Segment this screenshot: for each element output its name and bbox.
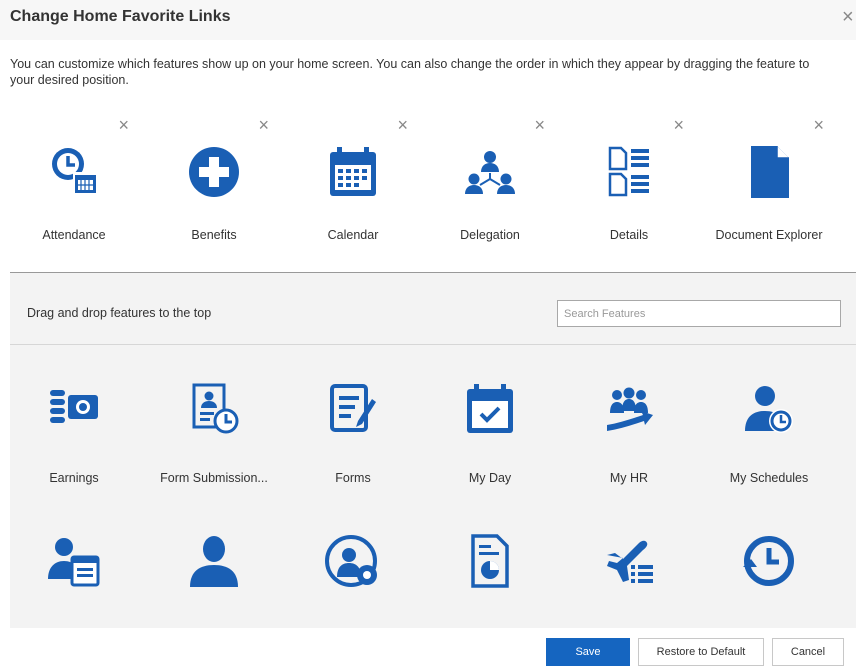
favorites-row: × Attendance × Benefits × Calendar × Del… [0, 116, 856, 266]
document-icon [751, 146, 789, 198]
earnings-icon [50, 390, 98, 423]
favorite-item-benefits[interactable]: × Benefits [145, 116, 283, 256]
dialog-footer: Save Restore to Default Cancel [0, 628, 856, 667]
feature-item-time-history[interactable] [700, 505, 838, 635]
favorite-item-delegation[interactable]: × Delegation [421, 116, 559, 256]
feature-item-travel[interactable] [560, 505, 698, 635]
drag-instruction-bar: Drag and drop features to the top [10, 273, 856, 345]
time-history-icon [743, 536, 794, 586]
form-submission-icon [192, 383, 239, 434]
favorite-label: Attendance [42, 228, 106, 242]
feature-item-forms[interactable]: Forms [284, 353, 422, 485]
feature-label: My HR [609, 471, 649, 485]
report-document-icon [471, 534, 509, 588]
favorite-item-details[interactable]: × Details [560, 116, 698, 256]
details-icon [608, 146, 649, 197]
dialog-title: Change Home Favorite Links [10, 8, 231, 25]
restore-default-button[interactable]: Restore to Default [638, 638, 764, 666]
feature-item-report-document[interactable] [421, 505, 559, 635]
feature-item-my-schedules[interactable]: My Schedules [700, 353, 838, 485]
feature-item-my-day[interactable]: My Day [421, 353, 559, 485]
remove-icon[interactable]: × [397, 116, 408, 134]
remove-icon[interactable]: × [813, 116, 824, 134]
feature-item-form-submission[interactable]: Form Submission... [145, 353, 283, 485]
feature-label: Earnings [49, 471, 99, 485]
attendance-icon [52, 148, 97, 194]
favorite-label: Benefits [191, 228, 237, 242]
delegation-icon [465, 151, 515, 194]
remove-icon[interactable]: × [534, 116, 545, 134]
forms-icon [330, 384, 376, 432]
favorite-item-attendance[interactable]: × Attendance [5, 116, 143, 256]
benefits-icon [189, 147, 239, 197]
drag-instruction: Drag and drop features to the top [27, 306, 212, 320]
dialog-header: Change Home Favorite Links × [0, 0, 856, 40]
feature-item-person-settings[interactable] [284, 505, 422, 635]
calendar-icon [330, 147, 376, 196]
person-settings-icon [325, 535, 377, 587]
favorite-label: Details [609, 228, 649, 242]
remove-icon[interactable]: × [118, 116, 129, 134]
feature-item-person-calendar[interactable] [5, 505, 143, 635]
feature-label: Form Submission... [160, 471, 268, 485]
feature-item-person[interactable] [145, 505, 283, 635]
person-icon [190, 536, 238, 587]
person-calendar-icon [48, 538, 100, 587]
favorite-label: Document Explorer [715, 228, 823, 242]
my-schedules-icon [745, 386, 793, 433]
favorite-item-document-explorer[interactable]: × Document Explorer [700, 116, 838, 256]
my-day-icon [467, 384, 513, 433]
my-hr-icon [607, 387, 653, 431]
cancel-button[interactable]: Cancel [772, 638, 844, 666]
feature-label: Forms [335, 471, 371, 485]
favorite-item-calendar[interactable]: × Calendar [284, 116, 422, 256]
search-features-input[interactable] [557, 300, 841, 327]
save-button[interactable]: Save [546, 638, 630, 666]
feature-item-my-hr[interactable]: My HR [560, 353, 698, 485]
remove-icon[interactable]: × [258, 116, 269, 134]
feature-label: My Schedules [729, 471, 809, 485]
available-features-panel: Drag and drop features to the top Earnin… [10, 273, 856, 628]
favorite-label: Delegation [460, 228, 520, 242]
remove-icon[interactable]: × [673, 116, 684, 134]
feature-label: My Day [468, 471, 512, 485]
travel-icon [607, 540, 653, 583]
feature-item-earnings[interactable]: Earnings [5, 353, 143, 485]
dialog-description: You can customize which features show up… [10, 57, 810, 87]
favorite-label: Calendar [327, 228, 379, 242]
close-icon[interactable]: × [842, 6, 856, 29]
